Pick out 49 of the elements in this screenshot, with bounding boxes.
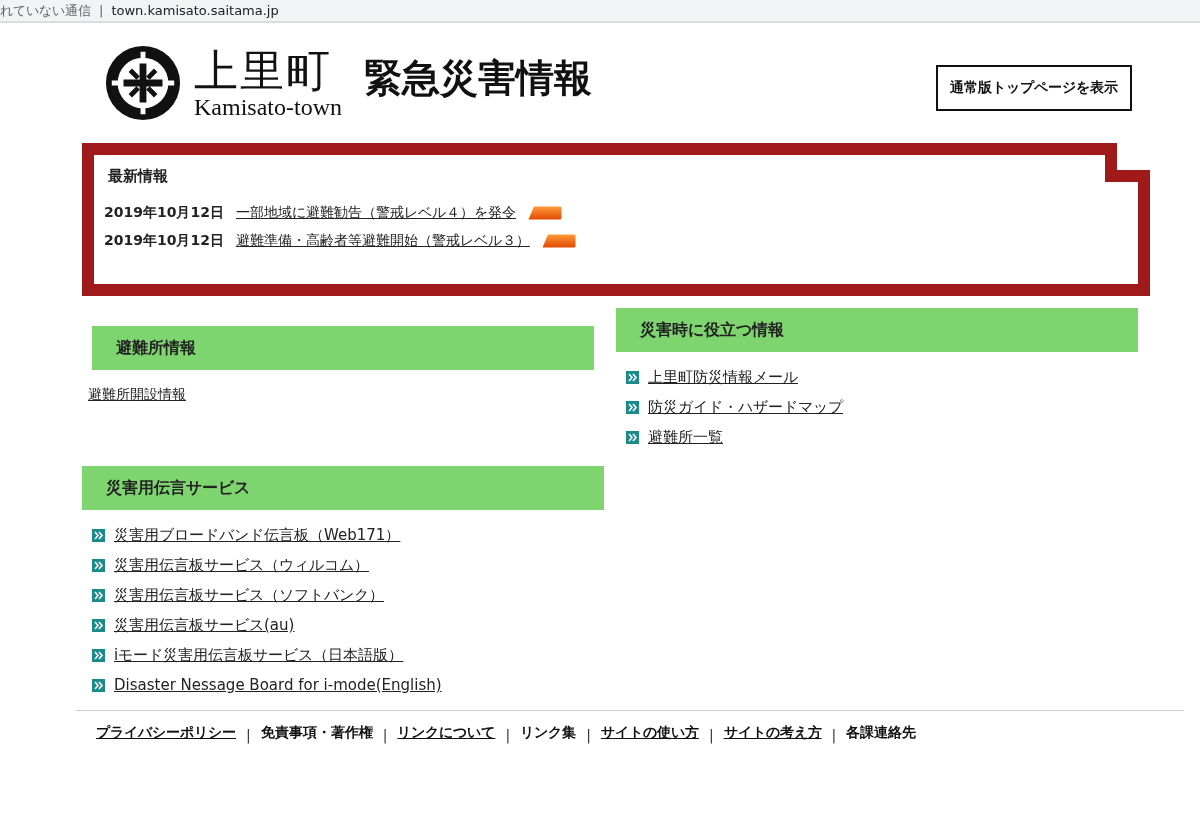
- footer-link[interactable]: リンクについて: [397, 724, 496, 742]
- security-label: れていない通信: [0, 1, 91, 20]
- arrow-icon: [92, 678, 105, 692]
- news-link[interactable]: 避難準備・高齢者等避難開始（警戒レベル３）: [235, 232, 530, 250]
- arrow-icon: [626, 371, 639, 384]
- footer-link[interactable]: サイトの考え方: [723, 724, 822, 742]
- arrow-icon: [92, 619, 105, 632]
- link[interactable]: 避難所一覧: [648, 428, 723, 447]
- link[interactable]: 災害用伝言板サービス（ウィルコム）: [114, 556, 369, 575]
- footer-link[interactable]: リンク集: [520, 724, 577, 742]
- footer-link[interactable]: 免責事項・著作権: [260, 724, 373, 742]
- separator: |: [99, 3, 104, 18]
- address-bar[interactable]: れていない通信 | town.kamisato.saitama.jp: [0, 0, 1200, 23]
- news-heading: 最新情報: [108, 167, 168, 186]
- section-heading: 災害用伝言サービス: [82, 466, 604, 510]
- separator: |: [708, 727, 714, 743]
- link[interactable]: 上里町防災情報メール: [648, 368, 798, 387]
- page-title: 緊急災害情報: [364, 54, 592, 102]
- separator: |: [586, 727, 591, 743]
- news-date: 2019年10月12日: [104, 204, 224, 222]
- arrow-icon: [626, 431, 639, 444]
- footer-link[interactable]: 各課連絡先: [846, 724, 917, 742]
- news-link[interactable]: 一部地域に避難勧告（警戒レベル４）を発令: [235, 204, 516, 222]
- separator: |: [382, 727, 388, 743]
- arrow-icon: [92, 589, 105, 602]
- url-text: town.kamisato.saitama.jp: [111, 3, 279, 18]
- footer-link[interactable]: プライバシーポリシー: [96, 724, 236, 742]
- arrow-icon: [626, 401, 639, 414]
- logo-name: 上里町: [194, 47, 332, 95]
- section-heading: 災害時に役立つ情報: [616, 308, 1138, 352]
- link[interactable]: 防災ガイド・ハザードマップ: [648, 398, 843, 417]
- link[interactable]: 災害用伝言板サービス（ソフトバンク）: [114, 586, 384, 605]
- arrow-icon: [92, 559, 105, 572]
- top-page-button[interactable]: 通常版トップページを表示: [936, 65, 1132, 111]
- town-emblem-icon: [104, 44, 182, 122]
- link[interactable]: 災害用伝言板サービス(au): [114, 616, 295, 635]
- arrow-icon: [92, 529, 105, 542]
- separator: |: [831, 727, 837, 743]
- link[interactable]: Disaster Nessage Board for i-mode(English): [114, 676, 442, 694]
- separator: |: [246, 727, 251, 743]
- link[interactable]: iモード災害用伝言板サービス（日本語版）: [114, 646, 404, 665]
- link[interactable]: 避難所開設情報: [88, 386, 594, 404]
- footer-link[interactable]: サイトの使い方: [600, 724, 699, 742]
- logo-subtitle: Kamisato-town: [194, 95, 342, 119]
- separator: |: [505, 727, 511, 743]
- link[interactable]: 災害用ブロードバンド伝言板（Web171）: [114, 526, 401, 545]
- section-heading: 避難所情報: [92, 326, 594, 370]
- news-date: 2019年10月12日: [104, 232, 224, 250]
- arrow-icon: [92, 649, 105, 662]
